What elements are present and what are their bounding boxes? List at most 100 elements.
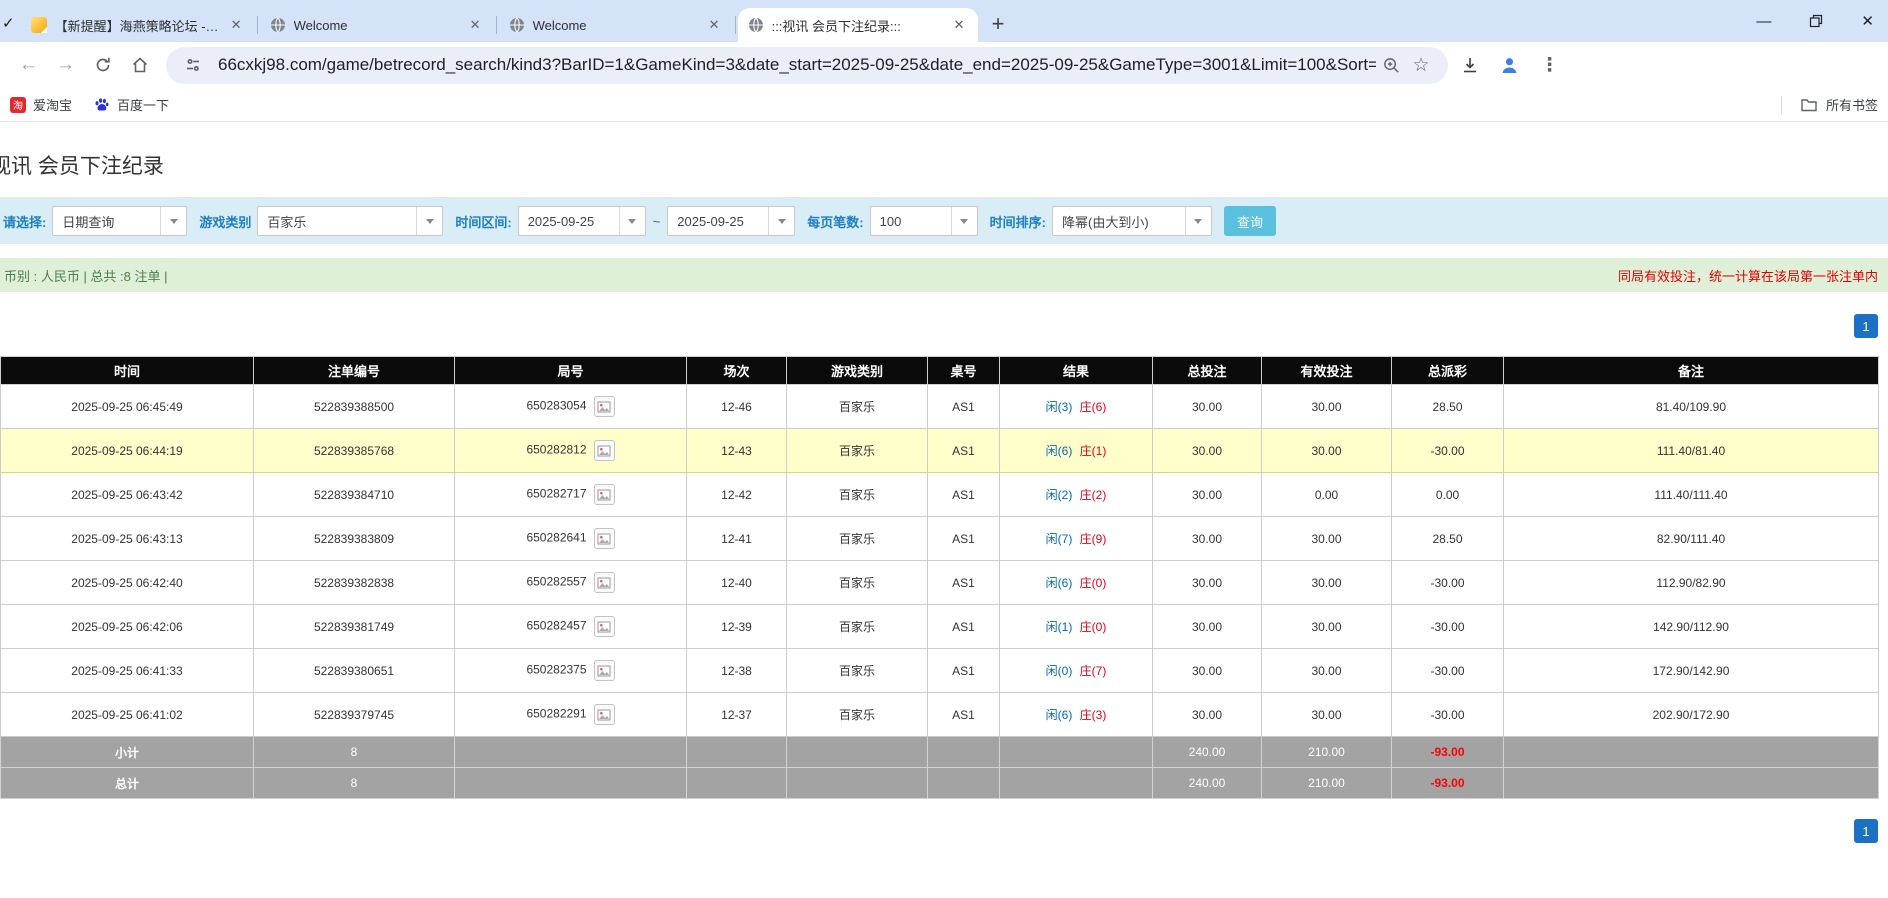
result-player: 闲(6) bbox=[1046, 444, 1073, 458]
browser-tab[interactable]: Welcome✕ bbox=[499, 8, 733, 42]
cell-valid-bet: 30.00 bbox=[1262, 605, 1392, 649]
cell-game-type: 百家乐 bbox=[787, 517, 928, 561]
url-text[interactable]: 66cxkj98.com/game/betrecord_search/kind3… bbox=[218, 55, 1376, 75]
game-type-select[interactable]: 百家乐 bbox=[257, 206, 443, 236]
round-snapshot-button[interactable] bbox=[594, 396, 615, 417]
round-snapshot-button[interactable] bbox=[594, 660, 615, 681]
round-snapshot-icon bbox=[597, 576, 611, 590]
page-size-select[interactable]: 100 bbox=[870, 206, 978, 236]
bet-table-footer: 小计8240.00210.00-93.00总计8240.00210.00-93.… bbox=[1, 737, 1879, 799]
cell-time: 2025-09-25 06:41:33 bbox=[1, 649, 254, 693]
bookmark-item[interactable]: 百度一下 bbox=[94, 95, 169, 114]
cell-round: 650282717 bbox=[455, 473, 687, 517]
cell-game-type: 百家乐 bbox=[787, 693, 928, 737]
profile-icon bbox=[1499, 55, 1520, 76]
footer-label: 总计 bbox=[1, 768, 254, 799]
column-header: 时间 bbox=[1, 357, 254, 385]
summary-row: 总计8240.00210.00-93.00 bbox=[1, 768, 1879, 799]
bookmark-star-icon[interactable]: ☆ bbox=[1406, 54, 1436, 77]
tab-separator bbox=[257, 16, 258, 34]
chevron-down-icon[interactable] bbox=[768, 207, 794, 235]
chevron-down-icon[interactable] bbox=[416, 207, 442, 235]
cell-table-no: AS1 bbox=[928, 473, 1000, 517]
date-start-select[interactable]: 2025-09-25 bbox=[518, 206, 646, 236]
browser-toolbar: ← → 66cxkj98.com/game/betrecord_search/k… bbox=[0, 42, 1888, 88]
cell-total-bet[interactable]: 30.00 bbox=[1153, 429, 1262, 473]
footer-count: 8 bbox=[254, 737, 455, 768]
cell-time: 2025-09-25 06:42:40 bbox=[1, 561, 254, 605]
profile-button[interactable] bbox=[1491, 47, 1528, 83]
close-tab-icon[interactable]: ✕ bbox=[951, 16, 968, 34]
round-snapshot-button[interactable] bbox=[594, 528, 615, 549]
cell-valid-bet: 30.00 bbox=[1262, 693, 1392, 737]
zoom-icon[interactable] bbox=[1376, 56, 1406, 75]
chevron-down-icon[interactable] bbox=[619, 207, 645, 235]
round-snapshot-button[interactable] bbox=[594, 484, 615, 505]
footer-empty bbox=[1504, 768, 1879, 799]
cell-total-bet[interactable]: 30.00 bbox=[1153, 473, 1262, 517]
close-tab-icon[interactable]: ✕ bbox=[228, 16, 245, 34]
search-button[interactable]: 查询 bbox=[1224, 206, 1276, 236]
round-snapshot-button[interactable] bbox=[594, 572, 615, 593]
sort-select[interactable]: 降幂(由大到小) bbox=[1052, 206, 1212, 236]
cell-note: 172.90/142.90 bbox=[1504, 649, 1879, 693]
page-number-button-top[interactable]: 1 bbox=[1854, 314, 1878, 338]
chevron-down-icon[interactable] bbox=[951, 207, 977, 235]
home-button[interactable] bbox=[121, 47, 158, 83]
new-tab-button[interactable]: + bbox=[992, 14, 1005, 34]
browser-tab[interactable]: :::视讯 会员下注纪录:::✕ bbox=[738, 8, 978, 42]
restore-button[interactable] bbox=[1809, 14, 1823, 28]
cell-payout: -30.00 bbox=[1392, 649, 1504, 693]
footer-empty bbox=[928, 737, 1000, 768]
column-header: 桌号 bbox=[928, 357, 1000, 385]
round-number: 650282812 bbox=[526, 443, 586, 457]
result-banker: 庄(6) bbox=[1080, 400, 1107, 414]
column-header: 游戏类别 bbox=[787, 357, 928, 385]
footer-empty bbox=[928, 768, 1000, 799]
bet-records-table: 时间注单编号局号场次游戏类别桌号结果总投注有效投注总派彩备注 2025-09-2… bbox=[0, 356, 1879, 799]
reload-button[interactable] bbox=[84, 47, 121, 83]
cell-total-bet[interactable]: 30.00 bbox=[1153, 693, 1262, 737]
cell-total-bet[interactable]: 30.00 bbox=[1153, 561, 1262, 605]
all-bookmarks-label[interactable]: 所有书签 bbox=[1826, 95, 1878, 114]
cell-bet-id: 522839381749 bbox=[254, 605, 455, 649]
footer-empty bbox=[687, 768, 787, 799]
date-end-select[interactable]: 2025-09-25 bbox=[667, 206, 795, 236]
page-size-value: 100 bbox=[871, 214, 951, 229]
cell-result: 闲(6) 庄(3) bbox=[1000, 693, 1153, 737]
browser-tab[interactable]: Welcome✕ bbox=[260, 8, 494, 42]
summary-bar: 币别 : 人民币 | 总共 :8 注单 | 同局有效投注，统一计算在该局第一张注… bbox=[0, 258, 1888, 292]
close-tab-icon[interactable]: ✕ bbox=[706, 16, 723, 34]
round-snapshot-button[interactable] bbox=[594, 616, 615, 637]
minimize-button[interactable]: — bbox=[1756, 13, 1771, 30]
cell-total-bet[interactable]: 30.00 bbox=[1153, 385, 1262, 429]
forward-button[interactable]: → bbox=[47, 47, 84, 83]
page-number-button-bottom[interactable]: 1 bbox=[1854, 819, 1878, 843]
query-type-select[interactable]: 日期查询 bbox=[52, 206, 187, 236]
download-button[interactable] bbox=[1451, 47, 1488, 83]
back-button[interactable]: ← bbox=[10, 47, 47, 83]
cell-total-bet[interactable]: 30.00 bbox=[1153, 517, 1262, 561]
cell-round: 650282291 bbox=[455, 693, 687, 737]
close-window-button[interactable]: ✕ bbox=[1861, 12, 1874, 30]
cell-total-bet[interactable]: 30.00 bbox=[1153, 605, 1262, 649]
bookmark-item[interactable]: 淘爱淘宝 bbox=[10, 95, 72, 114]
tune-icon[interactable] bbox=[178, 56, 208, 74]
result-banker: 庄(9) bbox=[1080, 532, 1107, 546]
close-tab-icon[interactable]: ✕ bbox=[467, 16, 484, 34]
round-snapshot-button[interactable] bbox=[594, 440, 615, 461]
cell-total-bet[interactable]: 30.00 bbox=[1153, 649, 1262, 693]
chevron-down-icon[interactable] bbox=[1185, 207, 1211, 235]
chevron-down-icon[interactable] bbox=[160, 207, 186, 235]
cell-valid-bet: 30.00 bbox=[1262, 517, 1392, 561]
menu-kebab-button[interactable]: ⋮ bbox=[1531, 47, 1568, 83]
cell-payout: -30.00 bbox=[1392, 605, 1504, 649]
table-row: 2025-09-25 06:41:02522839379745650282291… bbox=[1, 693, 1879, 737]
tilde-separator: ~ bbox=[653, 214, 661, 229]
page-content: 视讯 会员下注纪录 请选择: 日期查询 游戏类别 百家乐 时间区间: 2025-… bbox=[0, 122, 1888, 843]
url-bar[interactable]: 66cxkj98.com/game/betrecord_search/kind3… bbox=[166, 47, 1448, 84]
select-label: 请选择: bbox=[3, 212, 46, 231]
browser-tab[interactable]: 【新提醒】海燕策略论坛 - 综合✕ bbox=[21, 8, 255, 42]
round-snapshot-button[interactable] bbox=[594, 704, 615, 725]
cell-session: 12-43 bbox=[687, 429, 787, 473]
